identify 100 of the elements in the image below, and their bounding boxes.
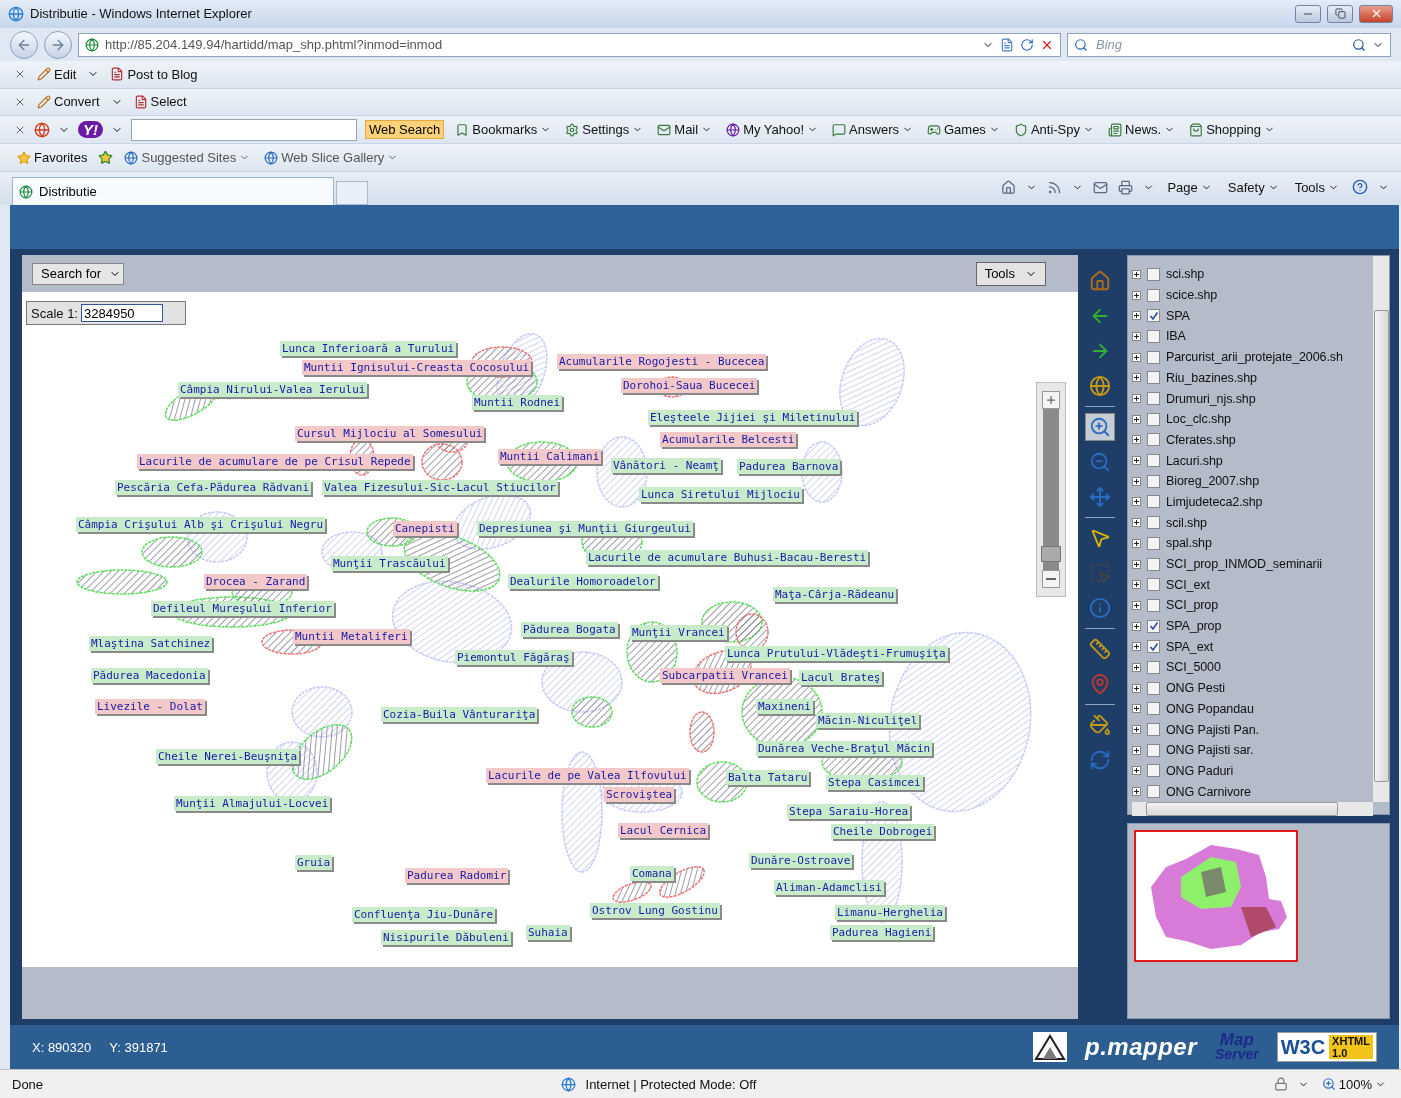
zoom-out-button[interactable] — [1042, 570, 1060, 589]
expand-icon[interactable] — [1132, 394, 1141, 404]
layer-checkbox[interactable] — [1147, 392, 1160, 406]
expand-icon[interactable] — [1132, 311, 1141, 321]
toolbar-button[interactable]: Settings — [562, 122, 647, 137]
zoom-slider-thumb[interactable] — [1041, 546, 1061, 562]
search-input[interactable]: Bing — [1094, 36, 1346, 54]
address-field[interactable]: http://85.204.149.94/hartidd/map_shp.phtml?inmod=inmod — [78, 32, 1061, 57]
command-menu[interactable]: Page — [1164, 179, 1215, 195]
expand-icon[interactable] — [1132, 435, 1141, 445]
layer-checkbox[interactable] — [1147, 329, 1160, 343]
favorites-link[interactable]: Web Slice Gallery — [261, 150, 402, 165]
layer-checkbox[interactable] — [1147, 267, 1160, 281]
zoom-in-button[interactable] — [1042, 391, 1060, 410]
layer-checkbox[interactable] — [1147, 516, 1160, 530]
back-button[interactable] — [10, 30, 38, 59]
expand-icon[interactable] — [1132, 600, 1141, 610]
toolbar-button[interactable]: Shopping — [1186, 122, 1279, 137]
layer-checkbox[interactable] — [1147, 619, 1160, 633]
new-tab-button[interactable] — [336, 181, 368, 206]
search-select[interactable]: Search for — [32, 262, 124, 285]
expand-icon[interactable] — [1132, 497, 1141, 507]
toolbar-button[interactable]: My Yahoo! — [723, 122, 822, 137]
layer-checkbox[interactable] — [1147, 557, 1160, 571]
close-button[interactable] — [1359, 4, 1393, 23]
layer-checkbox[interactable] — [1147, 433, 1160, 447]
layer-checkbox[interactable] — [1147, 288, 1160, 302]
forward-button[interactable] — [44, 30, 72, 59]
layer-name: scil.shp — [1166, 515, 1207, 530]
expand-icon[interactable] — [1132, 662, 1141, 672]
layer-checkbox[interactable] — [1147, 578, 1160, 592]
zoom-slider[interactable] — [1043, 409, 1059, 571]
tools-button[interactable]: Tools — [975, 261, 1046, 286]
expand-icon[interactable] — [1132, 787, 1141, 797]
expand-icon[interactable] — [1132, 269, 1141, 279]
layer-checkbox[interactable] — [1147, 350, 1160, 364]
expand-icon[interactable] — [1132, 766, 1141, 776]
toolbar-button[interactable]: Mail — [654, 122, 716, 137]
expand-icon[interactable] — [1132, 745, 1141, 755]
favorites-link[interactable]: Suggested Sites — [121, 150, 254, 165]
browser-tab[interactable]: Distributie — [12, 177, 334, 206]
expand-icon[interactable] — [1132, 373, 1141, 383]
expand-icon[interactable] — [1132, 704, 1141, 714]
expand-icon[interactable] — [1132, 476, 1141, 486]
toolbar-button[interactable]: Edit — [34, 66, 80, 82]
toolbar-button[interactable]: Anti-Spy — [1010, 122, 1097, 137]
favorites-button[interactable]: Favorites — [14, 150, 91, 165]
toolbar-button[interactable]: Bookmarks — [452, 122, 555, 137]
expand-icon[interactable] — [1132, 331, 1141, 341]
layer-checkbox[interactable] — [1147, 764, 1160, 778]
vertical-scrollbar[interactable] — [1373, 256, 1389, 802]
layer-checkbox[interactable] — [1147, 723, 1160, 737]
expand-icon[interactable] — [1132, 290, 1141, 300]
expand-icon[interactable] — [1132, 538, 1141, 548]
layer-checkbox[interactable] — [1147, 681, 1160, 695]
expand-icon[interactable] — [1132, 642, 1141, 652]
layer-checkbox[interactable] — [1147, 454, 1160, 468]
command-menu[interactable]: Safety — [1224, 179, 1282, 195]
toolbar-button[interactable]: Convert — [34, 94, 103, 110]
zoom-level-button[interactable]: 100% — [1318, 1076, 1389, 1092]
map-label: Lacurile de acumulare de pe Crisul Repede — [137, 454, 413, 470]
toolbar-button[interactable]: Games — [923, 122, 1003, 137]
layer-checkbox[interactable] — [1147, 640, 1160, 654]
overview-map[interactable] — [1134, 830, 1298, 963]
expand-icon[interactable] — [1132, 518, 1141, 528]
expand-icon[interactable] — [1132, 621, 1141, 631]
expand-icon[interactable] — [1132, 559, 1141, 569]
map-label: Lacurile de pe Valea Ilfovului — [486, 768, 689, 784]
expand-icon[interactable] — [1132, 352, 1141, 362]
layer-checkbox[interactable] — [1147, 474, 1160, 488]
toolbar-button[interactable]: Select — [130, 94, 190, 110]
expand-icon[interactable] — [1132, 414, 1141, 424]
layer-checkbox[interactable] — [1147, 598, 1160, 612]
layer-checkbox[interactable] — [1147, 371, 1160, 385]
minimize-button[interactable] — [1295, 4, 1321, 23]
expand-icon[interactable] — [1132, 725, 1141, 735]
layer-checkbox[interactable] — [1147, 412, 1160, 426]
layer-checkbox[interactable] — [1147, 785, 1160, 799]
web-search-button[interactable]: Web Search — [365, 120, 445, 139]
map-label: Dorohoi-Saua Bucecei — [621, 378, 758, 394]
toolbar-button[interactable]: Answers — [829, 122, 916, 137]
layer-checkbox[interactable] — [1147, 309, 1160, 323]
search-field[interactable]: Bing — [1067, 32, 1391, 57]
expand-icon[interactable] — [1132, 580, 1141, 590]
restore-button[interactable] — [1327, 4, 1353, 23]
expand-icon[interactable] — [1132, 683, 1141, 693]
yahoo-logo[interactable]: Y! — [78, 121, 103, 138]
toolbar-search-field[interactable] — [131, 118, 357, 141]
zoom-in-tool-button[interactable] — [1085, 413, 1115, 442]
expand-icon[interactable] — [1132, 456, 1141, 466]
layer-checkbox[interactable] — [1147, 495, 1160, 509]
layer-checkbox[interactable] — [1147, 743, 1160, 757]
command-menu[interactable]: Tools — [1291, 179, 1342, 195]
scale-field[interactable]: 3284950 — [81, 304, 163, 323]
horizontal-scrollbar[interactable] — [1132, 801, 1373, 816]
layer-checkbox[interactable] — [1147, 660, 1160, 674]
toolbar-button[interactable]: Post to Blog — [107, 66, 201, 82]
layer-checkbox[interactable] — [1147, 702, 1160, 716]
toolbar-button[interactable]: News. — [1105, 122, 1179, 137]
layer-checkbox[interactable] — [1147, 536, 1160, 550]
